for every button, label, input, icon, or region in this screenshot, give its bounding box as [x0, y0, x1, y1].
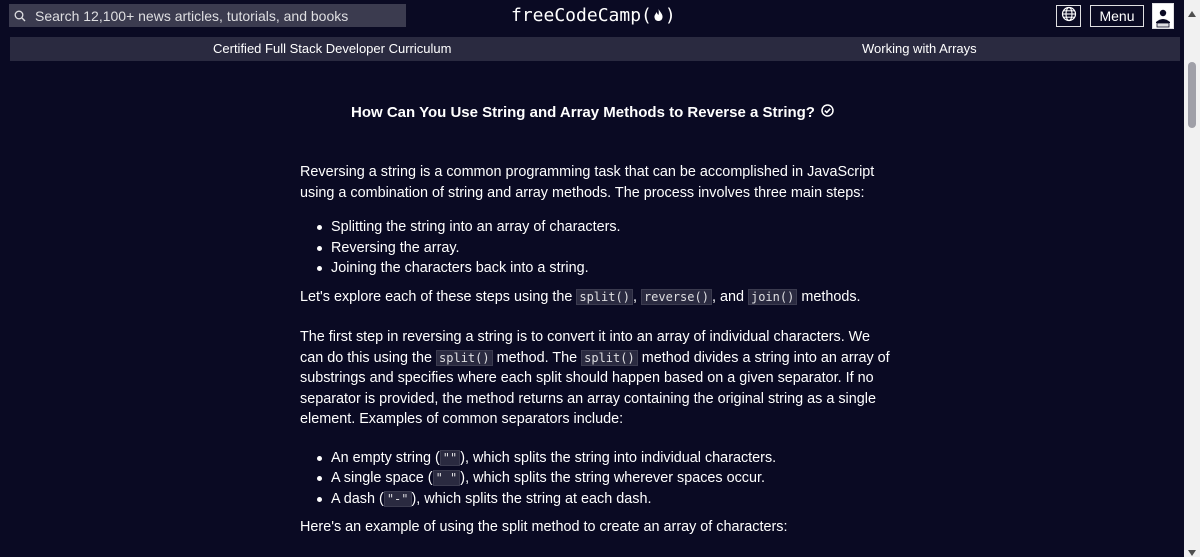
list-item: A single space (" "), which splits the s…: [317, 468, 890, 489]
scrollbar-thumb[interactable]: [1188, 62, 1196, 128]
code-separator: " ": [432, 470, 461, 486]
lesson-content: Reversing a string is a common programmi…: [300, 162, 890, 538]
example-intro: Here's an example of using the split met…: [300, 519, 788, 535]
code-split: split(): [436, 349, 493, 366]
separator-text: ), which splits the string at each dash.: [411, 490, 652, 507]
separators-list: An empty string (""), which splits the s…: [300, 448, 890, 510]
code-join: join(): [747, 288, 798, 305]
code-split: split(): [576, 288, 633, 305]
search-bar[interactable]: Search 12,100+ news articles, tutorials,…: [9, 4, 406, 27]
explore-text: Let's explore each of these steps using …: [300, 288, 577, 305]
check-circle-icon: [821, 104, 834, 121]
code-separator: "": [439, 449, 461, 466]
explore-text: methods.: [797, 288, 861, 305]
freecodecamp-logo[interactable]: freeCodeCamp( ): [511, 4, 676, 26]
explore-text: ,: [632, 288, 641, 305]
code-split: split(): [581, 349, 638, 366]
separator-text: An empty string (: [331, 449, 440, 466]
explore-text: , and: [711, 288, 748, 305]
steps-list: Splitting the string into an array of ch…: [300, 217, 890, 279]
globe-icon: [1061, 6, 1077, 27]
lesson-title-text: How Can You Use String and Array Methods…: [351, 104, 815, 121]
breadcrumb-curriculum[interactable]: Certified Full Stack Developer Curriculu…: [213, 41, 451, 56]
list-item: Splitting the string into an array of ch…: [317, 217, 890, 238]
intro-paragraph: Reversing a string is a common programmi…: [300, 164, 875, 201]
menu-button[interactable]: Menu: [1090, 5, 1144, 27]
list-item: Reversing the array.: [317, 238, 890, 259]
breadcrumb-module[interactable]: Working with Arrays: [862, 41, 977, 56]
list-item: Joining the characters back into a strin…: [317, 258, 890, 279]
list-item: An empty string (""), which splits the s…: [317, 448, 890, 469]
separator-text: ), which splits the string into individu…: [460, 449, 777, 466]
search-icon: [9, 4, 31, 27]
split-paragraph: The first step in reversing a string is …: [300, 327, 890, 430]
lesson-title: How Can You Use String and Array Methods…: [300, 104, 885, 121]
language-button[interactable]: [1056, 5, 1081, 27]
search-placeholder[interactable]: Search 12,100+ news articles, tutorials,…: [31, 8, 348, 24]
code-reverse: reverse(): [640, 288, 712, 305]
explore-paragraph: Let's explore each of these steps using …: [300, 287, 890, 308]
scroll-up-arrow[interactable]: [1188, 4, 1196, 22]
top-navbar: Search 12,100+ news articles, tutorials,…: [0, 0, 1200, 31]
separator-text: A single space (: [331, 470, 433, 486]
breadcrumb-bar: Certified Full Stack Developer Curriculu…: [10, 37, 1180, 61]
separator-text: ), which splits the string wherever spac…: [460, 470, 766, 486]
scroll-down-arrow[interactable]: [1188, 543, 1196, 557]
page-scrollbar[interactable]: [1184, 0, 1200, 557]
logo-text-right: ): [664, 4, 676, 26]
avatar-icon[interactable]: [1152, 3, 1174, 29]
logo-text-left: freeCodeCamp(: [511, 4, 652, 26]
list-item: A dash ("-"), which splits the string at…: [317, 489, 890, 510]
flame-icon: [653, 8, 664, 22]
code-separator: "-": [383, 490, 412, 507]
split-text: method. The: [492, 349, 582, 366]
separator-text: A dash (: [331, 490, 384, 507]
